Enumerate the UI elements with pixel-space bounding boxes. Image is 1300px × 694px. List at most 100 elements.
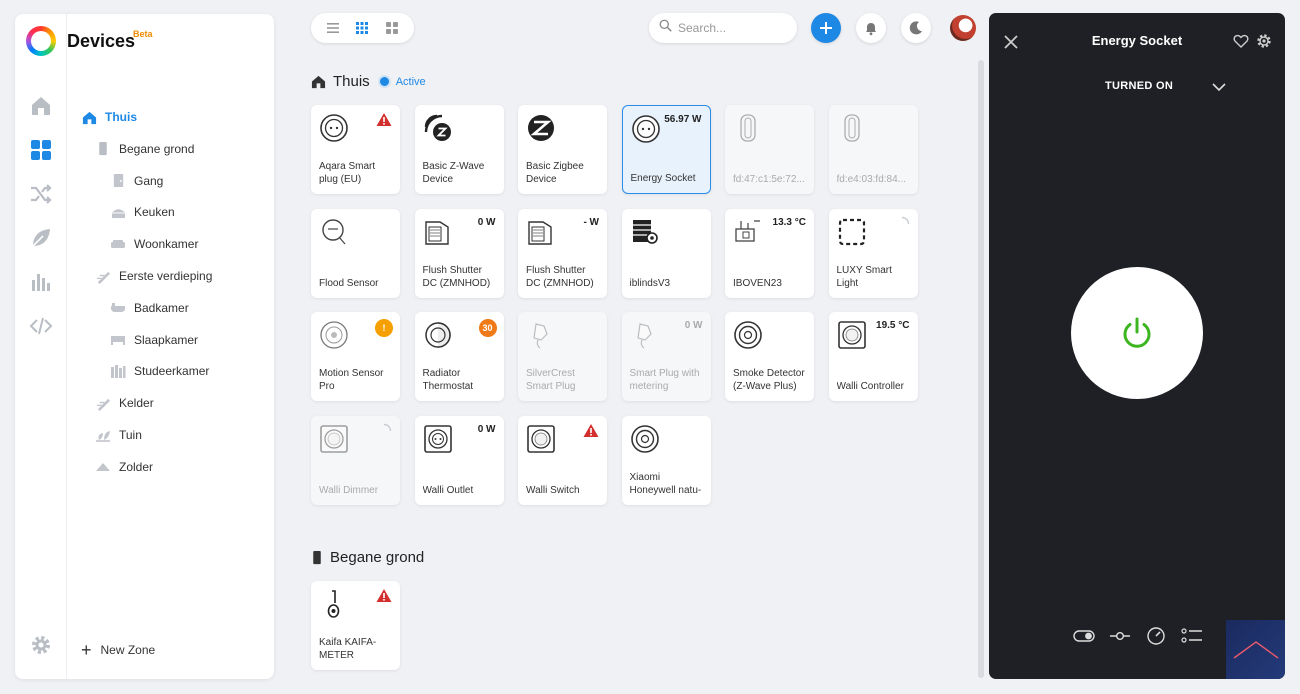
- bath-icon: [110, 300, 126, 316]
- sidebar-item-thuis[interactable]: Thuis: [81, 106, 137, 128]
- warning-icon: [376, 112, 392, 132]
- sidebar-item-tuin[interactable]: Tuin: [95, 424, 142, 446]
- device-tile[interactable]: iblindsV3: [621, 208, 711, 298]
- gear-icon[interactable]: [1256, 33, 1272, 49]
- device-name: Aqara Smart plug (EU): [319, 161, 376, 185]
- home-icon: [311, 74, 326, 89]
- device-value: 0 W: [684, 320, 703, 331]
- power-icon: [1123, 317, 1151, 348]
- wallswitch-icon: [319, 424, 349, 454]
- sidebar-item-gang[interactable]: Gang: [110, 170, 163, 192]
- device-tile[interactable]: 30 Radiator Thermostat: [414, 312, 504, 401]
- device-name: Walli Outlet: [422, 484, 474, 496]
- heart-icon[interactable]: [1233, 33, 1249, 49]
- flows-shuffle-icon[interactable]: [29, 182, 53, 206]
- home-icon[interactable]: [29, 94, 53, 118]
- device-tile[interactable]: Walli Switch: [518, 415, 607, 505]
- device-tile[interactable]: ! Motion Sensor Pro: [311, 312, 400, 401]
- home-icon: [81, 109, 97, 125]
- device-tile[interactable]: Smoke Detector (Z-Wave Plus): [725, 312, 814, 401]
- device-tile[interactable]: 0 W Walli Outlet: [414, 415, 504, 505]
- sidebar-item-kelder[interactable]: Kelder: [95, 392, 154, 414]
- device-tile[interactable]: Basic Z-Wave Device: [414, 105, 504, 194]
- device-tile[interactable]: fd:47:c1:5e:72...: [725, 105, 814, 194]
- device-name: fd:e4:03:fd:84...: [836, 174, 907, 185]
- chevron-down-icon[interactable]: [1211, 79, 1227, 95]
- device-tile[interactable]: Kaifa KAIFA-METER: [311, 581, 400, 670]
- device-tile[interactable]: 56.97 W Energy Socket: [621, 105, 711, 194]
- slider-tab-icon[interactable]: [1109, 626, 1131, 646]
- active-dot-icon: [377, 75, 391, 88]
- list-tab-icon[interactable]: [1181, 626, 1203, 646]
- device-tile[interactable]: Xiaomi Honeywell natu-: [621, 415, 711, 505]
- device-name: IBOVEN23: [733, 277, 782, 289]
- device-tile[interactable]: 0 W Flush Shutter DC (ZMNHOD): [414, 208, 504, 298]
- device-tile[interactable]: Walli Dimmer: [311, 415, 400, 505]
- plug-icon: [630, 320, 660, 350]
- developer-code-icon[interactable]: [29, 314, 53, 338]
- new-zone-button[interactable]: + New Zone: [81, 640, 155, 660]
- thermostat-icon: [423, 320, 453, 350]
- device-tile[interactable]: Basic Zigbee Device: [518, 105, 607, 194]
- device-name: Basic Zigbee Device: [526, 161, 584, 185]
- door-icon: [110, 173, 126, 189]
- device-value: 0 W: [477, 216, 496, 228]
- device-name: Basic Z-Wave Device: [422, 161, 485, 185]
- sidebar-item-zolder[interactable]: Zolder: [95, 456, 153, 478]
- corner-thumbnail: [1226, 620, 1285, 679]
- search-input[interactable]: [678, 21, 788, 35]
- section-title-thuis: Thuis Active: [311, 73, 426, 90]
- small-grid-view-icon[interactable]: [354, 20, 370, 36]
- large-grid-view-icon[interactable]: [384, 20, 400, 36]
- devices-grid-icon[interactable]: [29, 138, 53, 162]
- sidebar-item-studeerkamer[interactable]: Studeerkamer: [110, 360, 209, 382]
- smoke-icon: [733, 320, 763, 350]
- scrollbar[interactable]: [978, 60, 984, 678]
- device-tile[interactable]: 19.5 °C Walli Controller: [828, 312, 918, 401]
- power-toggle-button[interactable]: [1071, 267, 1203, 399]
- settings-gear-icon[interactable]: [29, 633, 53, 657]
- toggle-tab-icon[interactable]: [1073, 626, 1095, 646]
- sidebar-item-woonkamer[interactable]: Woonkamer: [110, 233, 198, 255]
- list-view-icon[interactable]: [325, 20, 341, 36]
- sidebar-item-label: Gang: [134, 173, 164, 188]
- energy-leaf-icon[interactable]: [29, 226, 53, 250]
- device-tile[interactable]: - W Flush Shutter DC (ZMNHOD): [518, 208, 607, 298]
- device-tile[interactable]: Aqara Smart plug (EU): [311, 105, 400, 194]
- gauge-tab-icon[interactable]: [1145, 626, 1167, 646]
- device-name: fd:47:c1:5e:72...: [733, 174, 805, 185]
- sidebar-item-eerste-verdieping[interactable]: Eerste verdieping: [95, 265, 212, 287]
- device-tile[interactable]: 13.3 °C IBOVEN23: [725, 208, 814, 298]
- device-tile[interactable]: LUXY Smart Light: [828, 208, 918, 298]
- dark-mode-button[interactable]: [901, 13, 931, 43]
- device-name: Walli Dimmer: [319, 484, 379, 496]
- device-name: Flush Shutter DC (ZMNHOD): [526, 264, 594, 289]
- meter-icon: [319, 589, 349, 619]
- notifications-button[interactable]: [856, 13, 886, 43]
- sidebar-item-begane-grond[interactable]: Begane grond: [95, 138, 194, 160]
- sidebar-item-label: Eerste verdieping: [119, 269, 213, 283]
- new-zone-label: New Zone: [100, 643, 156, 657]
- search-bar: [649, 13, 797, 43]
- panel-tabs: [1073, 626, 1203, 646]
- sidebar-item-slaapkamer[interactable]: Slaapkamer: [110, 329, 198, 351]
- sidebar-item-label: Slaapkamer: [134, 332, 199, 347]
- sidebar-item-keuken[interactable]: Keuken: [110, 201, 175, 223]
- app-logo: [26, 26, 56, 56]
- device-tile[interactable]: 0 W Smart Plug with metering: [621, 312, 711, 401]
- search-icon: [659, 19, 672, 37]
- sidebar-item-badkamer[interactable]: Badkamer: [110, 297, 189, 319]
- attic-icon: [95, 459, 111, 475]
- add-device-button[interactable]: [811, 13, 841, 43]
- insights-chart-icon[interactable]: [29, 270, 53, 294]
- bell-icon: [866, 23, 876, 36]
- plus-icon: [820, 22, 832, 34]
- device-tile[interactable]: SilverCrest Smart Plug: [518, 312, 607, 401]
- sidebar: Devices Beta Thuis Begane grond Gang Keuken…: [15, 14, 274, 679]
- section-title-begane-grond: Begane grond: [311, 549, 424, 566]
- device-tile[interactable]: fd:e4:03:fd:84...: [828, 105, 918, 194]
- device-name: Smart Plug with metering: [629, 368, 700, 392]
- section-title-label: Begane grond: [330, 549, 425, 566]
- device-tile[interactable]: Flood Sensor: [311, 208, 400, 298]
- avatar[interactable]: [950, 15, 976, 41]
